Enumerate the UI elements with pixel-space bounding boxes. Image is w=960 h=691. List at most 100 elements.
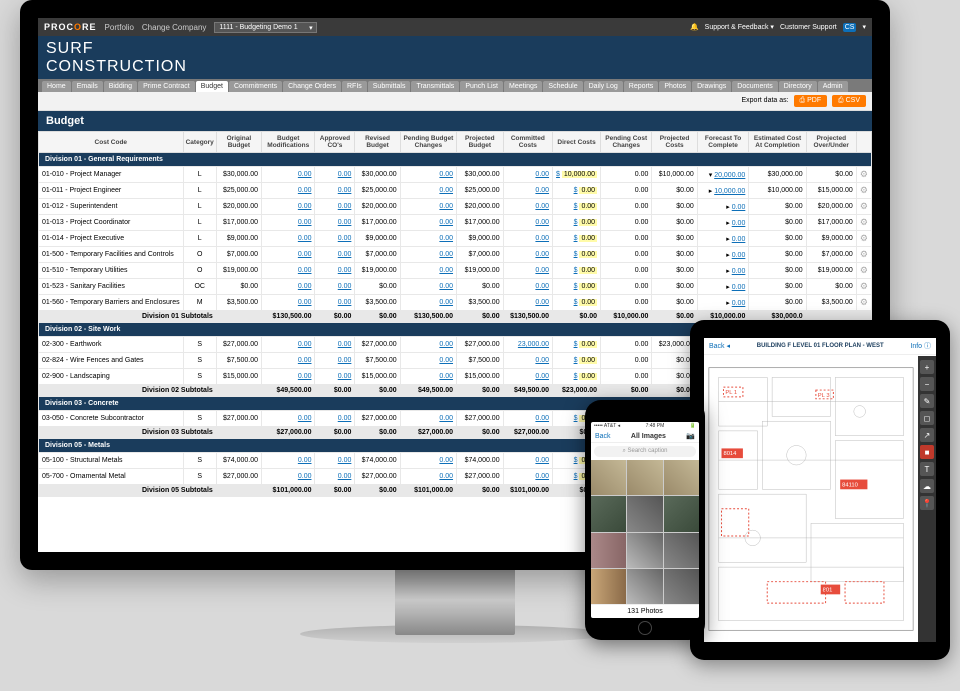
gear-icon[interactable]: ⚙ xyxy=(856,279,871,295)
cell[interactable]: 0.00 xyxy=(315,453,355,469)
tool-shape-icon[interactable]: ◻ xyxy=(920,411,934,425)
photo-thumb[interactable] xyxy=(627,569,662,604)
cell[interactable]: 0.00 xyxy=(400,353,456,369)
cell[interactable]: 0.00 xyxy=(315,167,355,183)
tool-text-icon[interactable]: T xyxy=(920,462,934,476)
cell[interactable]: $ 0.00 xyxy=(553,215,601,231)
tab-daily-log[interactable]: Daily Log xyxy=(584,81,623,92)
photo-thumb[interactable] xyxy=(591,533,626,568)
cell[interactable]: $ 0.00 xyxy=(553,353,601,369)
gear-icon[interactable]: ⚙ xyxy=(856,231,871,247)
tab-submittals[interactable]: Submittals xyxy=(368,81,411,92)
cell[interactable]: 0.00 xyxy=(503,295,552,311)
tab-rfis[interactable]: RFIs xyxy=(342,81,367,92)
cell[interactable]: 0.00 xyxy=(262,353,315,369)
photo-thumb[interactable] xyxy=(664,533,699,568)
cell[interactable]: $ 10,000.00 xyxy=(553,167,601,183)
cell[interactable]: ▸ 0.00 xyxy=(697,295,749,311)
cell[interactable]: 0.00 xyxy=(262,469,315,485)
cell[interactable]: 0.00 xyxy=(503,231,552,247)
cell[interactable]: $ 0.00 xyxy=(553,247,601,263)
cell[interactable]: 0.00 xyxy=(262,247,315,263)
cell[interactable]: 0.00 xyxy=(262,279,315,295)
cell[interactable]: 0.00 xyxy=(315,279,355,295)
tab-directory[interactable]: Directory xyxy=(779,81,817,92)
tab-budget[interactable]: Budget xyxy=(196,81,228,92)
tablet-back-button[interactable]: Back ◂ xyxy=(709,342,730,350)
cell[interactable]: 0.00 xyxy=(262,295,315,311)
export-pdf-button[interactable]: ⎙ PDF xyxy=(794,95,828,107)
cell[interactable]: ▸ 0.00 xyxy=(697,199,749,215)
tool-minus-icon[interactable]: − xyxy=(920,377,934,391)
cell[interactable]: 0.00 xyxy=(315,411,355,427)
photo-thumb[interactable] xyxy=(591,460,626,495)
photo-thumb[interactable] xyxy=(591,496,626,531)
cell[interactable]: 0.00 xyxy=(315,231,355,247)
cell[interactable]: 0.00 xyxy=(262,183,315,199)
cell[interactable]: 0.00 xyxy=(400,263,456,279)
cell[interactable]: 0.00 xyxy=(503,183,552,199)
cell[interactable]: 0.00 xyxy=(503,263,552,279)
cell[interactable]: 0.00 xyxy=(503,469,552,485)
cell[interactable]: $ 0.00 xyxy=(553,295,601,311)
tab-schedule[interactable]: Schedule xyxy=(543,81,582,92)
cell[interactable]: 0.00 xyxy=(262,231,315,247)
gear-icon[interactable]: ⚙ xyxy=(856,295,871,311)
photo-thumb[interactable] xyxy=(627,533,662,568)
project-select[interactable]: 1111 - Budgeting Demo 1 xyxy=(214,22,316,33)
tab-meetings[interactable]: Meetings xyxy=(504,81,542,92)
photo-thumb[interactable] xyxy=(591,569,626,604)
cell[interactable]: ▸ 0.00 xyxy=(697,247,749,263)
photo-thumb[interactable] xyxy=(627,496,662,531)
export-csv-button[interactable]: ⎙ CSV xyxy=(832,95,866,107)
cell[interactable]: 0.00 xyxy=(400,231,456,247)
cell[interactable]: 0.00 xyxy=(262,263,315,279)
change-company-link[interactable]: Change Company xyxy=(142,23,206,32)
tool-color-icon[interactable]: ■ xyxy=(920,445,934,459)
cell[interactable]: 0.00 xyxy=(400,369,456,385)
division-header[interactable]: Division 01 - General Requirements xyxy=(39,153,872,167)
cell[interactable]: 0.00 xyxy=(262,167,315,183)
cell[interactable]: 0.00 xyxy=(400,295,456,311)
cell[interactable]: 0.00 xyxy=(262,411,315,427)
tool-plus-icon[interactable]: + xyxy=(920,360,934,374)
cell[interactable]: 0.00 xyxy=(315,247,355,263)
cell[interactable]: 0.00 xyxy=(400,167,456,183)
cell[interactable]: 0.00 xyxy=(400,337,456,353)
cell[interactable]: 0.00 xyxy=(503,167,552,183)
cell[interactable]: 0.00 xyxy=(400,199,456,215)
cell[interactable]: 0.00 xyxy=(503,411,552,427)
cell[interactable]: 0.00 xyxy=(503,453,552,469)
cell[interactable]: 0.00 xyxy=(262,369,315,385)
tab-drawings[interactable]: Drawings xyxy=(692,81,731,92)
cell[interactable]: 0.00 xyxy=(262,453,315,469)
tab-home[interactable]: Home xyxy=(42,81,71,92)
cell[interactable]: $ 0.00 xyxy=(553,231,601,247)
cell[interactable]: $ 0.00 xyxy=(553,263,601,279)
phone-search-input[interactable]: ⌕ Search caption xyxy=(594,446,696,457)
cell[interactable]: ▾ 20,000.00 xyxy=(697,167,749,183)
tablet-info-button[interactable]: Info ⓘ xyxy=(910,341,931,351)
cell[interactable]: 0.00 xyxy=(400,247,456,263)
cell[interactable]: 0.00 xyxy=(315,337,355,353)
cell[interactable]: 0.00 xyxy=(503,199,552,215)
cell[interactable]: 0.00 xyxy=(400,279,456,295)
tab-admin[interactable]: Admin xyxy=(818,81,848,92)
home-button[interactable] xyxy=(638,621,652,635)
cell[interactable]: $ 0.00 xyxy=(553,369,601,385)
cell[interactable]: 0.00 xyxy=(503,247,552,263)
cell[interactable]: 0.00 xyxy=(262,337,315,353)
cell[interactable]: 0.00 xyxy=(315,199,355,215)
cell[interactable]: 0.00 xyxy=(315,263,355,279)
cell[interactable]: 0.00 xyxy=(315,369,355,385)
photo-thumb[interactable] xyxy=(664,496,699,531)
cell[interactable]: 0.00 xyxy=(400,215,456,231)
gear-icon[interactable]: ⚙ xyxy=(856,263,871,279)
camera-icon[interactable]: 📷 xyxy=(686,432,695,440)
cell[interactable]: 0.00 xyxy=(262,199,315,215)
cell[interactable]: 0.00 xyxy=(400,469,456,485)
cell[interactable]: 0.00 xyxy=(400,183,456,199)
tab-documents[interactable]: Documents xyxy=(732,81,777,92)
cell[interactable]: ▸ 0.00 xyxy=(697,231,749,247)
cell[interactable]: 0.00 xyxy=(503,369,552,385)
